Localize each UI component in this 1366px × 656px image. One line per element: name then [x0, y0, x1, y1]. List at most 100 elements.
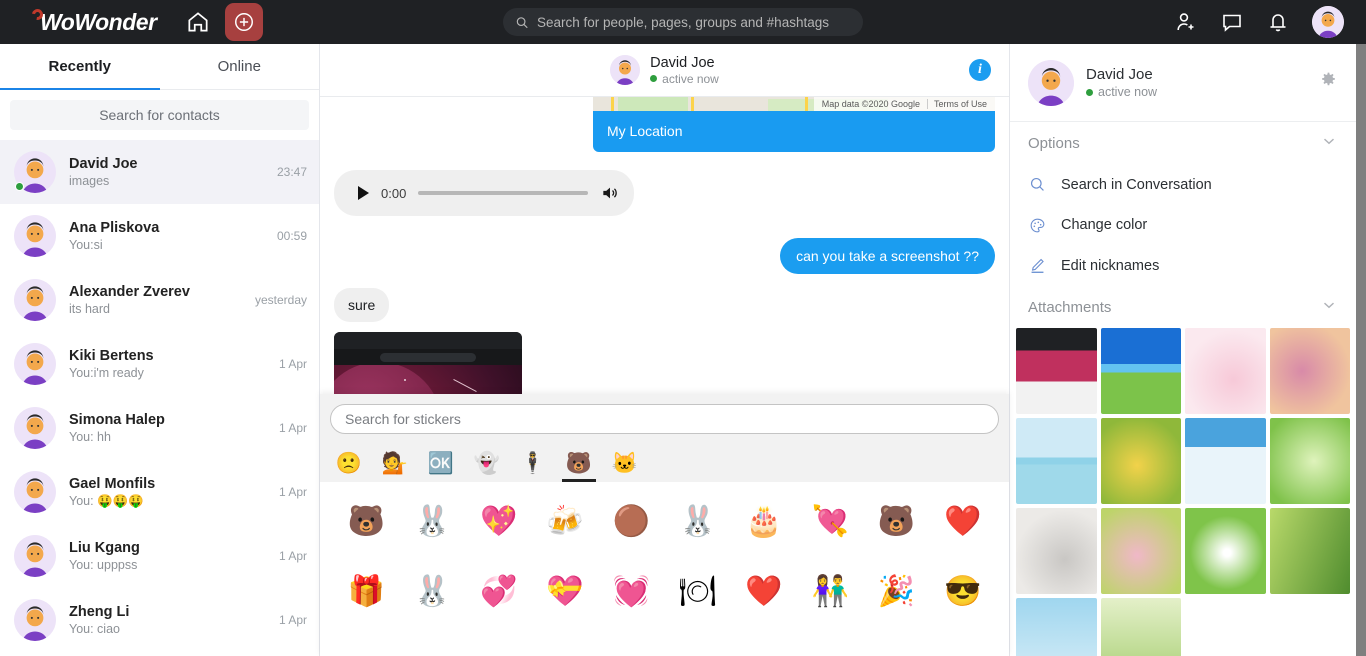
attachment-thumbnail[interactable] [1185, 508, 1266, 595]
sad-face-sticker-pack[interactable]: 🙁 [334, 444, 364, 482]
screenshot-navbar [334, 349, 522, 365]
contact-time: 1 Apr [278, 421, 307, 435]
notifications-icon[interactable] [1266, 10, 1290, 34]
attachments-section-header[interactable]: Attachments [1010, 286, 1356, 328]
sticker-item[interactable]: 🎉 [864, 558, 928, 626]
option-edit-nicknames[interactable]: Edit nicknames [1010, 245, 1356, 286]
messages-icon[interactable] [1220, 10, 1244, 34]
chevron-down-icon[interactable] [1320, 132, 1338, 154]
incoming-message-bubble[interactable]: sure [334, 288, 390, 322]
sticker-item[interactable]: 🎂 [732, 488, 796, 556]
tab-online[interactable]: Online [160, 44, 320, 89]
options-section-header[interactable]: Options [1010, 122, 1356, 164]
search-input[interactable] [537, 14, 851, 30]
sticker-item[interactable]: 💘 [798, 488, 862, 556]
volume-icon[interactable] [600, 183, 620, 203]
contact-list-item[interactable]: Gael Monfils You: 🤑🤑🤑 1 Apr [0, 460, 319, 524]
attachment-thumbnail[interactable] [1100, 508, 1181, 595]
chat-peer[interactable]: David Joe active now [610, 55, 719, 86]
attachment-thumbnail[interactable] [1016, 508, 1097, 595]
user-avatar[interactable] [1312, 6, 1344, 38]
search-box[interactable] [503, 8, 863, 36]
girl-no-sticker-pack[interactable]: 💁 [380, 444, 410, 482]
yes-sticker-pack[interactable]: 🆗 [426, 444, 456, 482]
white-ghost-sticker-pack[interactable]: 👻 [472, 444, 502, 482]
top-navigation-bar: WoWonder [0, 0, 1366, 44]
sticker-picker-panel: 🙁💁🆗👻🕴🐻🐱 🐻🐰💖🍻🟤🐰🎂💘🐻❤️🎁🐰💞💝💓🍽❤️👫🎉😎 [320, 394, 1009, 656]
attachment-thumbnail[interactable] [1016, 598, 1097, 656]
sticker-item[interactable]: 💓 [599, 558, 663, 626]
contact-search[interactable] [10, 100, 309, 130]
option-search-in-conversation[interactable]: Search in Conversation [1010, 164, 1356, 205]
add-post-button[interactable] [224, 3, 263, 41]
sticker-item[interactable]: 💝 [533, 558, 597, 626]
attachment-thumbnail[interactable] [1100, 418, 1181, 505]
sticker-item[interactable]: 💖 [467, 488, 531, 556]
map-terms-link[interactable]: Terms of Use [926, 99, 993, 109]
sticker-item[interactable]: ❤️ [732, 558, 796, 626]
audio-message[interactable]: 0:00 [334, 170, 634, 216]
outgoing-message-bubble[interactable]: can you take a screenshot ?? [780, 238, 995, 274]
contact-list-item[interactable]: Simona Halep You: hh 1 Apr [0, 396, 319, 460]
add-friend-icon[interactable] [1174, 10, 1198, 34]
audio-progress-slider[interactable] [418, 191, 588, 195]
contact-list-item[interactable]: Kiki Bertens You:i'm ready 1 Apr [0, 332, 319, 396]
details-avatar[interactable] [1028, 59, 1074, 106]
attachment-thumbnail[interactable] [1269, 328, 1350, 415]
attachment-thumbnail[interactable] [1016, 418, 1097, 505]
sticker-item[interactable]: 🐻 [864, 488, 928, 556]
sticker-item[interactable]: 😎 [931, 558, 995, 626]
attachment-thumbnail[interactable] [1185, 418, 1266, 505]
details-panel-scrollbar[interactable] [1356, 44, 1366, 656]
sticker-item[interactable]: 🐰 [400, 488, 464, 556]
chat-peer-status: active now [650, 72, 719, 86]
sticker-item[interactable]: 👫 [798, 558, 862, 626]
sticker-item[interactable]: 🐰 [400, 558, 464, 626]
screenshot-streak [453, 378, 477, 393]
contact-list-item[interactable]: Ana Pliskova You:si 00:59 [0, 204, 319, 268]
attachment-thumbnail[interactable] [1185, 328, 1266, 415]
attachment-thumbnail[interactable] [1100, 328, 1181, 415]
stick-figure-sticker-pack[interactable]: 🕴 [518, 444, 548, 482]
chevron-down-icon[interactable] [1320, 296, 1338, 318]
sticker-search-input[interactable] [345, 411, 984, 427]
map-preview[interactable]: Map data ©2020 Google Terms of Use [593, 97, 995, 111]
sticker-item[interactable]: 🐻 [334, 488, 398, 556]
brand-logo[interactable]: WoWonder [29, 6, 157, 36]
sticker-item[interactable]: ❤️ [931, 488, 995, 556]
screenshot-search-bar [380, 352, 476, 362]
map-attribution: Map data ©2020 Google Terms of Use [813, 97, 995, 111]
chat-panel: David Joe active now i Map data ©2020 Go… [320, 44, 1010, 656]
play-icon[interactable] [358, 186, 369, 200]
contact-name: Alexander Zverev [69, 284, 190, 300]
sticker-item[interactable]: 🎁 [334, 558, 398, 626]
attachment-thumbnail[interactable] [1269, 508, 1350, 595]
option-change-color[interactable]: Change color [1010, 205, 1356, 246]
brown-sorry-sticker-pack[interactable]: 🐻 [562, 444, 596, 482]
sticker-item[interactable]: 💞 [467, 558, 531, 626]
contact-snippet: You:i'm ready [69, 366, 144, 380]
contact-list-item[interactable]: David Joe images 23:47 [0, 140, 319, 204]
attachment-thumbnail[interactable] [1016, 328, 1097, 415]
sticker-grid: 🐻 🐰 💖 🍻 🟤 🐰 🎂 💘 🐻 ❤️ 🎁 🐰 💞 💝 💓 🍽 ❤️ 👫 🎉 😎 [320, 482, 1009, 656]
conversation-info-button[interactable]: i [969, 59, 991, 81]
contact-list-item[interactable]: Liu Kgang You: upppss 1 Apr [0, 524, 319, 588]
sticker-search[interactable] [330, 404, 999, 434]
location-message[interactable]: Map data ©2020 Google Terms of Use My Lo… [593, 97, 995, 152]
contact-list-item[interactable]: Alexander Zverev its hard yesterday [0, 268, 319, 332]
gear-icon[interactable] [1319, 71, 1338, 95]
contact-search-input[interactable] [10, 107, 309, 123]
grey-cat-sticker-pack[interactable]: 🐱 [610, 444, 640, 482]
option-label: Change color [1061, 217, 1148, 234]
wowonder-messages-app: WoWonder Search for people, pages, group… [0, 0, 1366, 656]
contact-list-item[interactable]: Zheng Li You: ciao 1 Apr [0, 588, 319, 652]
sticker-item[interactable]: 🟤 [599, 488, 663, 556]
tab-recently[interactable]: Recently [0, 44, 160, 90]
sticker-item[interactable]: 🍻 [533, 488, 597, 556]
attachment-thumbnail[interactable] [1269, 418, 1350, 505]
sticker-item[interactable]: 🐰 [666, 488, 730, 556]
home-icon[interactable] [185, 9, 211, 35]
attachment-thumbnail[interactable] [1100, 598, 1181, 656]
sticker-item[interactable]: 🍽 [666, 558, 730, 626]
screenshot-star [404, 379, 406, 381]
